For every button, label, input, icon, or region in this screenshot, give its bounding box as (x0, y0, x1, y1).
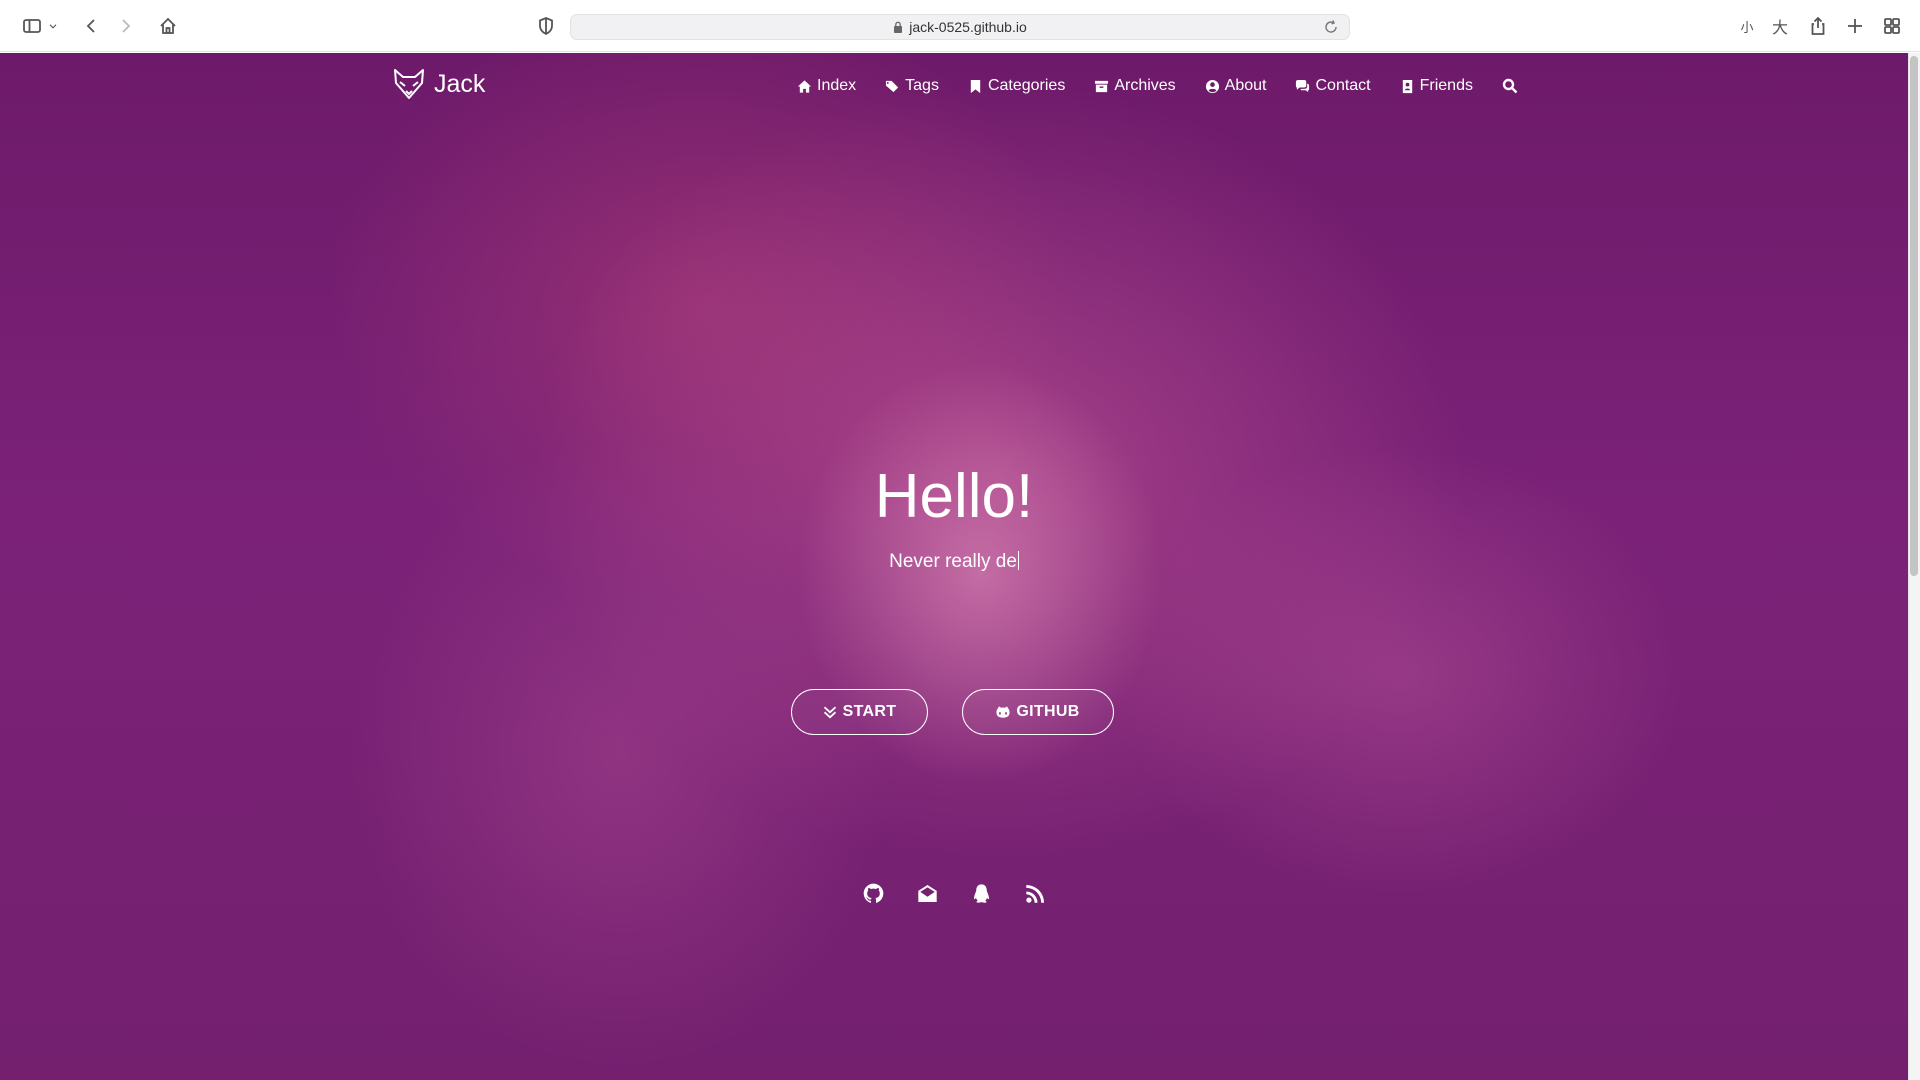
home-icon[interactable] (154, 12, 182, 40)
nav-label: Tags (905, 77, 939, 94)
nav-label: Archives (1114, 77, 1176, 94)
nav-item-tags[interactable]: Tags (885, 77, 939, 95)
fox-logo-icon (394, 69, 424, 99)
chevron-down-icon[interactable] (44, 12, 62, 40)
nav-label: Categories (987, 77, 1066, 94)
brand-link[interactable]: Jack (392, 67, 485, 101)
tab-overview-icon[interactable] (1878, 12, 1906, 40)
reload-icon[interactable] (1323, 19, 1339, 35)
brand-name: Jack (434, 69, 486, 98)
search-icon (1502, 78, 1518, 94)
page-viewport: Jack Index Tags Categories Archives Abou… (0, 53, 1908, 1080)
address-bar[interactable]: jack-0525.github.io (570, 14, 1350, 40)
start-button-label: START (842, 703, 897, 720)
nav-label: About (1224, 77, 1267, 94)
hero-title: Hello! (874, 462, 1034, 531)
privacy-shield-icon[interactable] (532, 12, 560, 40)
url-text: jack-0525.github.io (909, 19, 1027, 35)
nav-label: Friends (1419, 77, 1473, 94)
github-icon (863, 883, 883, 903)
nav-item-friends[interactable]: Friends (1400, 77, 1473, 95)
text-larger-icon[interactable]: 大 (1766, 12, 1794, 40)
search-button[interactable] (1502, 78, 1523, 94)
github-link[interactable] (862, 882, 884, 904)
nav-menu: Index Tags Categories Archives About Con… (797, 77, 1552, 95)
qq-link[interactable] (970, 882, 992, 904)
tags-icon (886, 80, 899, 92)
scrollbar-thumb[interactable] (1910, 56, 1918, 576)
hero-subtitle: Never really de (0, 550, 1908, 574)
typing-cursor (1017, 551, 1019, 570)
github-alt-icon (996, 706, 1010, 718)
bookmark-icon (970, 79, 981, 93)
text-smaller-icon[interactable]: 小 (1733, 12, 1761, 40)
archive-icon (1095, 80, 1109, 92)
start-button[interactable]: START (791, 689, 928, 735)
sidebar-toggle-icon[interactable] (18, 12, 46, 40)
user-circle-icon (1205, 79, 1219, 93)
site-navbar: Jack Index Tags Categories Archives Abou… (0, 53, 1908, 119)
qq-icon (973, 883, 989, 903)
nav-item-about[interactable]: About (1205, 77, 1267, 95)
nav-item-categories[interactable]: Categories (968, 77, 1065, 95)
back-arrow-icon[interactable] (77, 12, 105, 40)
new-tab-icon[interactable] (1841, 12, 1869, 40)
github-button[interactable]: GITHUB (962, 689, 1114, 735)
github-button-label: GITHUB (1016, 703, 1080, 720)
share-icon[interactable] (1804, 12, 1832, 40)
social-links (0, 882, 1908, 904)
browser-toolbar: jack-0525.github.io 小 大 (0, 0, 1920, 52)
rss-icon (1025, 884, 1044, 903)
angle-double-down-icon (823, 706, 836, 719)
typed-text: Never really de (889, 551, 1017, 572)
nav-item-index[interactable]: Index (797, 77, 856, 95)
email-icon (917, 884, 937, 902)
comments-icon (1296, 79, 1310, 92)
home-icon (797, 79, 812, 93)
forward-arrow-icon[interactable] (112, 12, 140, 40)
address-book-icon (1402, 79, 1412, 93)
nav-item-archives[interactable]: Archives (1094, 77, 1176, 95)
nav-label: Index (817, 77, 857, 94)
rss-link[interactable] (1024, 882, 1046, 904)
email-link[interactable] (916, 882, 938, 904)
lock-icon (894, 21, 903, 33)
nav-label: Contact (1315, 77, 1371, 94)
nav-item-contact[interactable]: Contact (1295, 77, 1371, 95)
